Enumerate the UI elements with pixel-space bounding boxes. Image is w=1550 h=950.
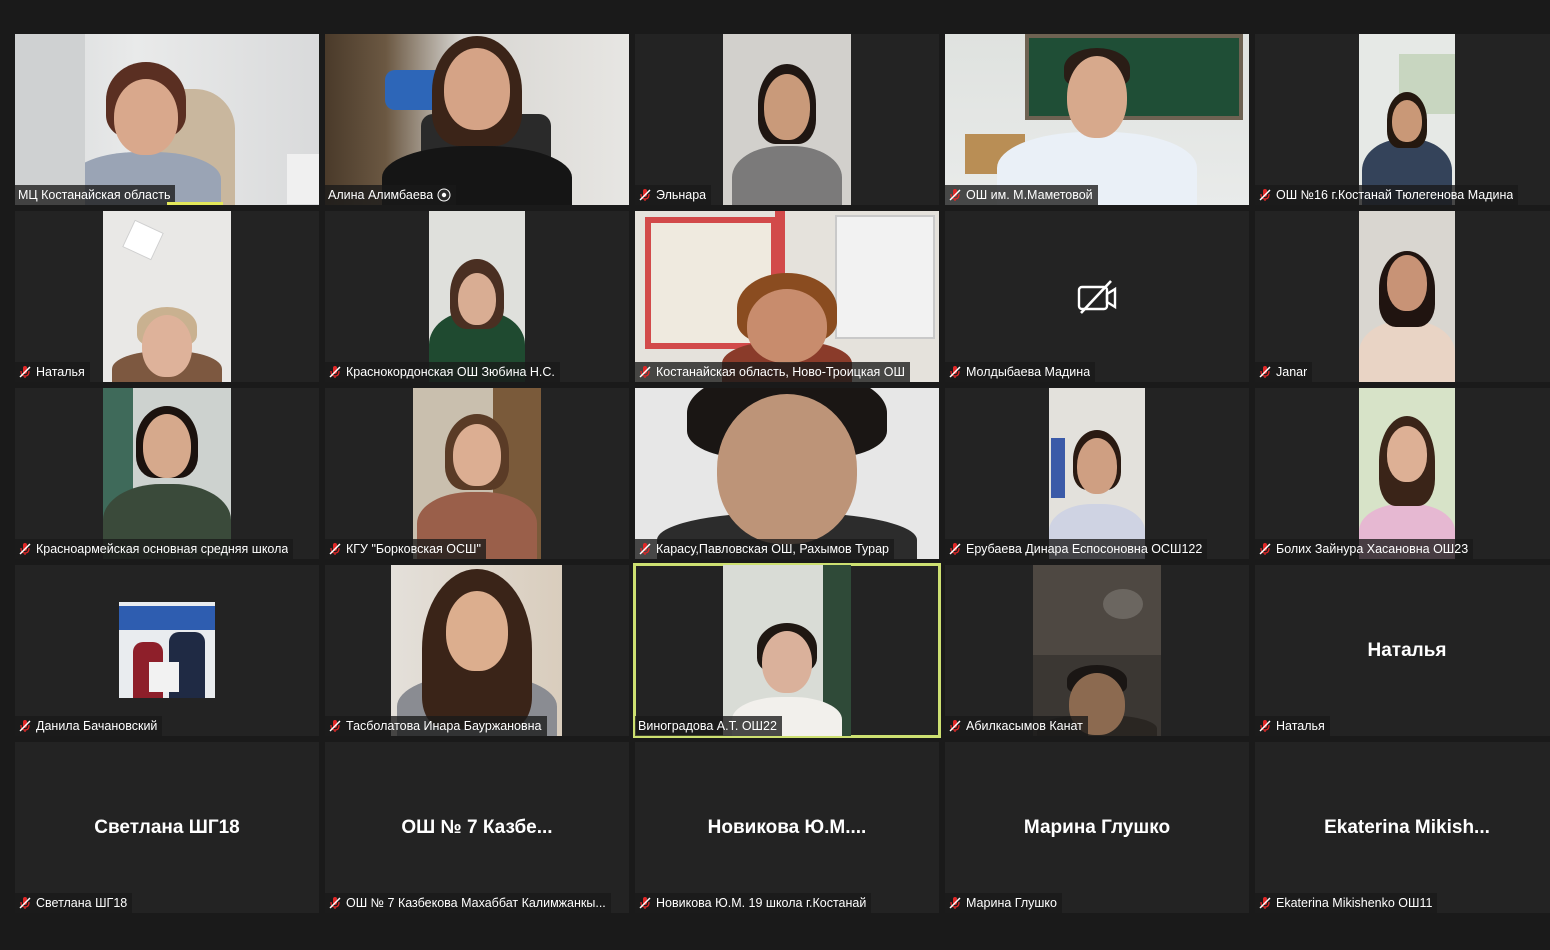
mic-muted-icon xyxy=(949,366,961,378)
participant-tile[interactable]: Виноградова А.Т. ОШ22 xyxy=(633,563,941,738)
mic-muted-icon xyxy=(329,897,341,909)
participant-name-label: Болих Зайнура Хасановна ОШ23 xyxy=(1255,539,1474,559)
participant-video xyxy=(1359,211,1455,382)
participant-name-label: ОШ №16 г.Костанай Тюлегенова Мадина xyxy=(1255,185,1519,205)
mic-muted-icon xyxy=(639,189,651,201)
mic-muted-icon xyxy=(329,366,341,378)
participant-video xyxy=(1359,34,1455,205)
participant-video xyxy=(635,388,939,559)
mic-muted-icon xyxy=(1259,897,1271,909)
participant-tile[interactable]: Данила Бачановский xyxy=(15,565,319,736)
participant-name-label: Абилкасымов Канат xyxy=(945,716,1088,736)
camera-off-icon xyxy=(1077,279,1117,314)
participant-name-label: Краснокордонская ОШ Зюбина Н.С. xyxy=(325,362,560,382)
participant-tile[interactable]: Наталья xyxy=(15,211,319,382)
participant-video xyxy=(391,565,562,736)
participant-display-name: Ekaterina Mikish... xyxy=(1324,816,1490,838)
mic-muted-icon xyxy=(329,543,341,555)
participant-name-label: Карасу,Павловская ОШ, Рахымов Турар xyxy=(635,539,895,559)
participant-video xyxy=(429,211,525,382)
participant-video xyxy=(103,211,231,382)
mic-muted-icon xyxy=(19,720,31,732)
participant-tile[interactable]: Эльнара xyxy=(635,34,939,205)
participant-name-label: Марина Глушко xyxy=(945,893,1062,913)
gallery-view: МЦ Костанайская область Алина Алимбаева … xyxy=(15,34,1550,913)
participant-tile[interactable]: Абилкасымов Канат xyxy=(945,565,1249,736)
participant-tile[interactable]: ОШ им. М.Маметовой xyxy=(945,34,1249,205)
participant-tile[interactable]: Молдыбаева Мадина xyxy=(945,211,1249,382)
mic-muted-icon xyxy=(639,543,651,555)
participant-video xyxy=(1359,388,1455,559)
participant-tile[interactable]: КГУ "Борковская ОСШ" xyxy=(325,388,629,559)
participant-tile[interactable]: Карасу,Павловская ОШ, Рахымов Турар xyxy=(635,388,939,559)
participant-tile[interactable]: МЦ Костанайская область xyxy=(15,34,319,205)
mic-muted-icon xyxy=(949,897,961,909)
participant-tile[interactable]: Тасболатова Инара Бауржановна xyxy=(325,565,629,736)
participant-tile[interactable]: Костанайская область, Ново-Троицкая ОШ xyxy=(635,211,939,382)
participant-name-label: Ерубаева Динара Еспосоновна ОСШ122 xyxy=(945,539,1208,559)
participant-name-label: Новикова Ю.М. 19 школа г.Костанай xyxy=(635,893,872,913)
participant-name-label: ОШ № 7 Казбекова Махаббат Калимжанкы... xyxy=(325,893,611,913)
participant-video xyxy=(723,34,851,205)
participant-name-label: Алина Алимбаева xyxy=(325,185,457,205)
mic-muted-icon xyxy=(1259,366,1271,378)
participant-name-label: Виноградова А.Т. ОШ22 xyxy=(635,716,782,736)
participant-tile[interactable]: Алина Алимбаева xyxy=(325,34,629,205)
participant-video xyxy=(413,388,541,559)
participant-video xyxy=(119,602,215,698)
participant-video xyxy=(1049,388,1145,559)
mic-muted-icon xyxy=(1259,543,1271,555)
participant-name-label: Красноармейская основная средняя школа xyxy=(15,539,294,559)
participant-name-label: Молдыбаева Мадина xyxy=(945,362,1096,382)
participant-tile[interactable]: Новикова Ю.М.... Новикова Ю.М. 19 школа … xyxy=(635,742,939,913)
participant-tile[interactable]: Краснокордонская ОШ Зюбина Н.С. xyxy=(325,211,629,382)
participant-tile[interactable]: Ерубаева Динара Еспосоновна ОСШ122 xyxy=(945,388,1249,559)
participant-tile[interactable]: Janar xyxy=(1255,211,1550,382)
mic-muted-icon xyxy=(19,897,31,909)
participant-video xyxy=(15,34,319,205)
participant-name-label: Костанайская область, Ново-Троицкая ОШ xyxy=(635,362,910,382)
participant-video xyxy=(945,34,1249,205)
participant-tile[interactable]: Болих Зайнура Хасановна ОШ23 xyxy=(1255,388,1550,559)
participant-video xyxy=(1033,565,1161,736)
mic-muted-icon xyxy=(1259,720,1271,732)
participant-name-label: Светлана ШГ18 xyxy=(15,893,133,913)
participant-name-label: Наталья xyxy=(15,362,90,382)
participant-name-label: Ekaterina Mikishenko ОШ11 xyxy=(1255,893,1438,913)
participant-display-name: ОШ № 7 Казбе... xyxy=(401,816,553,838)
participant-name-label: ОШ им. М.Маметовой xyxy=(945,185,1098,205)
participant-name-label: МЦ Костанайская область xyxy=(15,185,176,205)
participant-video xyxy=(723,565,851,736)
mic-muted-icon xyxy=(329,720,341,732)
mic-muted-icon xyxy=(949,189,961,201)
participant-display-name: Светлана ШГ18 xyxy=(94,816,240,838)
participant-video xyxy=(325,34,629,205)
participant-tile[interactable]: Ekaterina Mikish... Ekaterina Mikishenko… xyxy=(1255,742,1550,913)
mic-muted-icon xyxy=(949,543,961,555)
participant-tile[interactable]: ОШ №16 г.Костанай Тюлегенова Мадина xyxy=(1255,34,1550,205)
participant-name-label: Эльнара xyxy=(635,185,712,205)
mic-muted-icon xyxy=(949,720,961,732)
participant-tile[interactable]: ОШ № 7 Казбе... ОШ № 7 Казбекова Махабба… xyxy=(325,742,629,913)
mic-muted-icon xyxy=(1259,189,1271,201)
participant-display-name: Наталья xyxy=(1367,639,1447,661)
screen-share-icon xyxy=(437,188,451,202)
participant-name-label: Janar xyxy=(1255,362,1313,382)
participant-name-label: Наталья xyxy=(1255,716,1330,736)
mic-muted-icon xyxy=(19,543,31,555)
participant-tile[interactable]: Красноармейская основная средняя школа xyxy=(15,388,319,559)
participant-name-label: Данила Бачановский xyxy=(15,716,163,736)
mic-muted-icon xyxy=(639,897,651,909)
participant-tile[interactable]: Марина Глушко Марина Глушко xyxy=(945,742,1249,913)
mic-muted-icon xyxy=(639,366,651,378)
mic-muted-icon xyxy=(19,366,31,378)
participant-video xyxy=(635,211,939,382)
participant-display-name: Марина Глушко xyxy=(1023,816,1171,838)
participant-video xyxy=(103,388,231,559)
participant-display-name: Новикова Ю.М.... xyxy=(707,816,867,838)
participant-name-label: КГУ "Борковская ОСШ" xyxy=(325,539,486,559)
participant-name-label: Тасболатова Инара Бауржановна xyxy=(325,716,547,736)
participant-tile[interactable]: Наталья Наталья xyxy=(1255,565,1550,736)
participant-tile[interactable]: Светлана ШГ18 Светлана ШГ18 xyxy=(15,742,319,913)
